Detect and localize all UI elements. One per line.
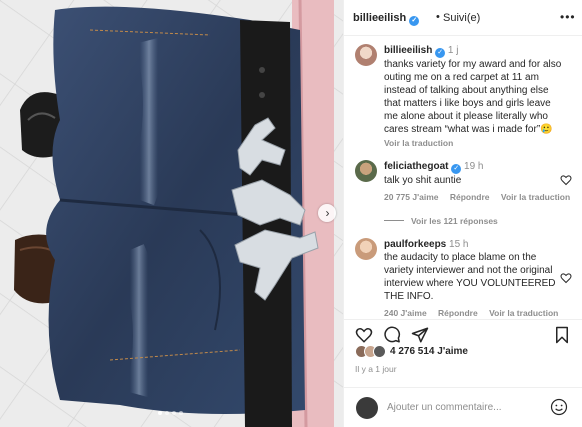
caption-body: billieeilish ✓ 1 j thanks variety for my… <box>384 44 564 150</box>
liker-avatar <box>373 345 386 358</box>
post-image[interactable]: › <box>0 0 343 427</box>
avatar[interactable] <box>355 44 377 66</box>
chevron-right-icon: › <box>325 206 330 220</box>
comment-icon[interactable] <box>383 326 401 344</box>
post-timestamp: Il y a 1 jour <box>355 364 397 374</box>
translate-link[interactable]: Voir la traduction <box>384 138 453 148</box>
comment-time: 15 h <box>449 239 469 250</box>
comment-username[interactable]: feliciathegoat <box>384 161 448 172</box>
verified-icon: ✓ <box>409 16 420 26</box>
avatar[interactable] <box>355 160 377 182</box>
comment-time: 19 h <box>464 161 484 172</box>
verified-icon: ✓ <box>435 48 446 58</box>
avatar <box>356 397 378 419</box>
carousel-dot <box>165 411 169 415</box>
verified-icon: ✓ <box>451 164 462 174</box>
carousel-next-button[interactable]: › <box>318 204 336 222</box>
caption-time: 1 j <box>447 45 459 56</box>
separator-dot: • <box>436 11 440 23</box>
caption-username[interactable]: billieeilish <box>384 45 432 56</box>
add-comment-bar: Ajouter un commentaire... <box>344 387 582 427</box>
post-photo <box>0 0 343 427</box>
comment-text: the audacity to place blame on the varie… <box>384 252 556 302</box>
translate-link[interactable]: Voir la traduction <box>501 192 570 202</box>
share-icon[interactable] <box>411 326 429 344</box>
reply-button[interactable]: Répondre <box>450 192 490 202</box>
post-actions <box>344 319 582 347</box>
more-options-icon[interactable]: ••• <box>560 10 576 24</box>
view-replies-link[interactable]: Voir les 121 réponses <box>384 216 498 226</box>
comment-text: talk yo shit auntie <box>384 175 462 186</box>
carousel-dots <box>158 411 183 415</box>
avatar[interactable] <box>355 238 377 260</box>
carousel-dot <box>158 411 162 415</box>
comment-likes[interactable]: 20 775 J'aime <box>384 192 438 202</box>
comment-body: feliciathegoat ✓ 19 h talk yo shit aunti… <box>384 160 570 204</box>
reply-button[interactable]: Répondre <box>438 308 478 318</box>
comments-list: billieeilish ✓ 1 j thanks variety for my… <box>344 36 582 319</box>
caption-text: thanks variety for my award and for also… <box>384 59 562 135</box>
bookmark-icon[interactable] <box>554 326 570 344</box>
comment-input[interactable]: Ajouter un commentaire... <box>387 402 502 413</box>
heart-icon[interactable] <box>560 174 572 186</box>
carousel-dot <box>179 411 183 415</box>
heart-icon[interactable] <box>355 326 373 344</box>
comment-body: paulforkeeps 15 h the audacity to place … <box>384 238 564 319</box>
heart-icon[interactable] <box>560 272 572 284</box>
likes-count[interactable]: 4 276 514 J'aime <box>390 346 468 357</box>
follow-button[interactable]: Suivi(e) <box>443 12 480 24</box>
divider <box>384 220 404 221</box>
post-header: billieeilish ✓ • Suivi(e) ••• <box>344 0 582 36</box>
post-sidebar: billieeilish ✓ • Suivi(e) ••• billieeili… <box>343 0 582 427</box>
comment-username[interactable]: paulforkeeps <box>384 239 446 250</box>
comment-likes[interactable]: 240 J'aime <box>384 308 427 318</box>
carousel-dot <box>172 411 176 415</box>
emoji-icon[interactable] <box>550 398 568 416</box>
translate-link[interactable]: Voir la traduction <box>489 308 558 318</box>
post-author-username[interactable]: billieeilish ✓ <box>353 12 420 26</box>
likes-summary[interactable]: 4 276 514 J'aime <box>355 345 468 358</box>
